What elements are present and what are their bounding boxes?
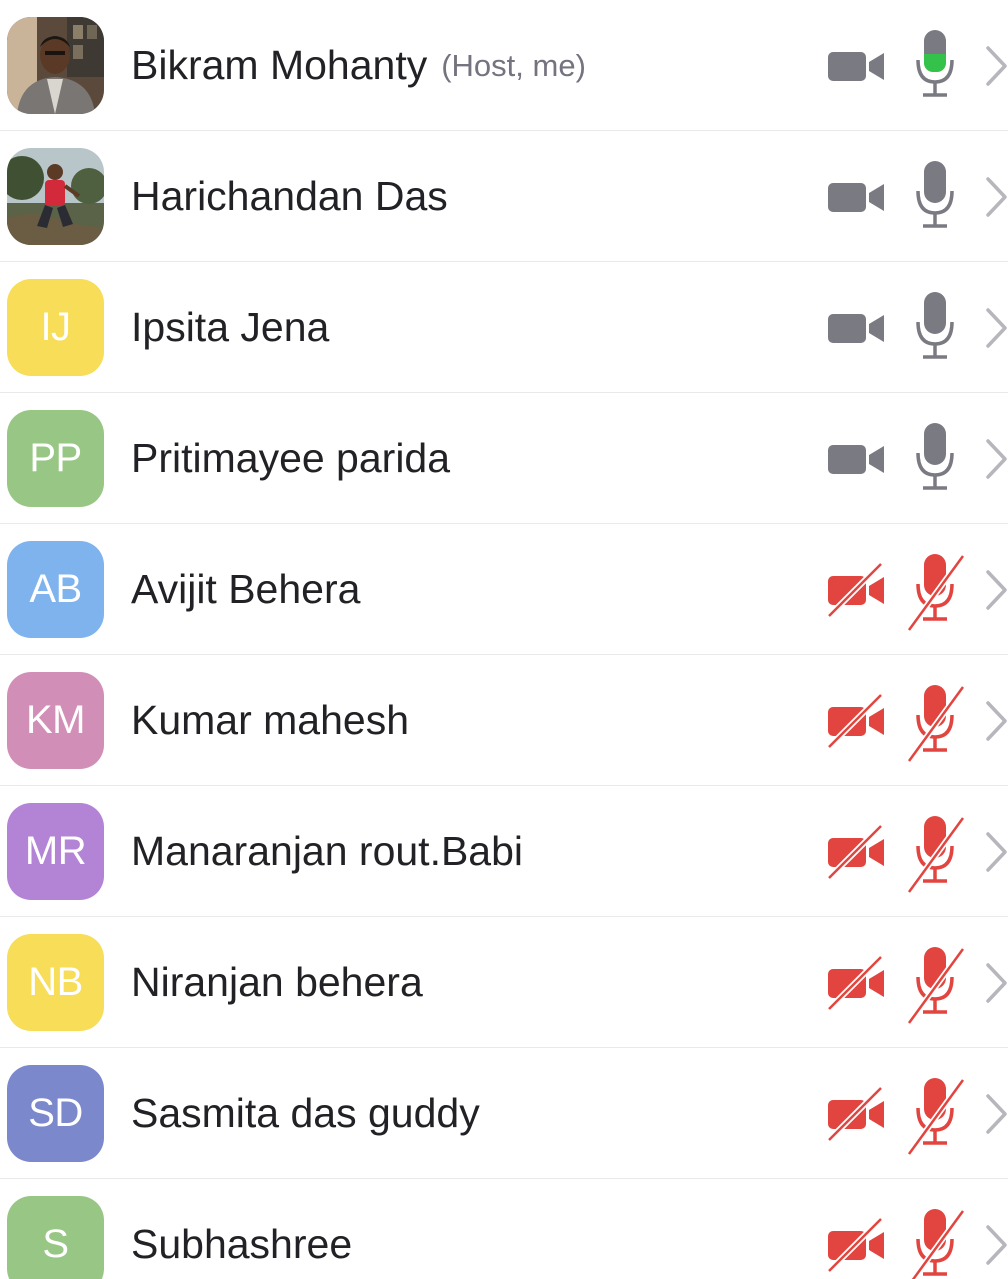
participant-name-group: Avijit Behera	[131, 524, 360, 655]
avatar: MR	[7, 803, 104, 900]
avatar: PP	[7, 410, 104, 507]
participant-row[interactable]: AB Avijit Behera	[0, 524, 1008, 655]
chevron-right-icon[interactable]	[984, 307, 1008, 349]
video-camera-icon[interactable]	[827, 427, 887, 491]
participant-row[interactable]: MR Manaranjan rout.Babi	[0, 786, 1008, 917]
avatar: SD	[7, 1065, 104, 1162]
participant-role-tag: (Host, me)	[441, 47, 586, 83]
video-camera-icon[interactable]	[827, 165, 887, 229]
chevron-right-icon[interactable]	[984, 831, 1008, 873]
microphone-icon[interactable]	[905, 417, 967, 501]
participants-list: Bikram Mohanty (Host, me) Harichandan Das I…	[0, 0, 1008, 1279]
participant-name-group: Ipsita Jena	[131, 262, 329, 393]
participant-row[interactable]: KM Kumar mahesh	[0, 655, 1008, 786]
participant-name: Bikram Mohanty	[131, 42, 428, 88]
participant-name: Subhashree	[131, 1221, 353, 1267]
participant-name: Harichandan Das	[131, 173, 448, 219]
chevron-right-icon[interactable]	[984, 45, 1008, 87]
microphone-icon[interactable]	[905, 286, 967, 370]
video-camera-off-icon[interactable]	[826, 689, 887, 753]
participant-name: Avijit Behera	[131, 566, 361, 612]
participant-row[interactable]: NB Niranjan behera	[0, 917, 1008, 1048]
participant-row[interactable]: PP Pritimayee parida	[0, 393, 1008, 524]
microphone-muted-icon[interactable]	[905, 1072, 967, 1156]
participant-name: Pritimayee parida	[131, 435, 451, 481]
participant-row[interactable]: SD Sasmita das guddy	[0, 1048, 1008, 1179]
chevron-right-icon[interactable]	[984, 1224, 1008, 1266]
avatar: AB	[7, 541, 104, 638]
participant-row[interactable]: Bikram Mohanty (Host, me)	[0, 0, 1008, 131]
participant-name: Manaranjan rout.Babi	[131, 828, 524, 874]
video-camera-icon[interactable]	[827, 296, 887, 360]
video-camera-icon[interactable]	[827, 34, 887, 98]
participant-name-group: Harichandan Das	[131, 131, 448, 262]
avatar: NB	[7, 934, 104, 1031]
chevron-right-icon[interactable]	[984, 700, 1008, 742]
participant-name-group: Manaranjan rout.Babi	[131, 786, 523, 917]
participant-row[interactable]: Harichandan Das	[0, 131, 1008, 262]
microphone-muted-icon[interactable]	[905, 810, 967, 894]
participant-name-group: Kumar mahesh	[131, 655, 409, 786]
participant-name-group: Sasmita das guddy	[131, 1048, 480, 1179]
microphone-muted-icon[interactable]	[905, 679, 967, 763]
chevron-right-icon[interactable]	[984, 1093, 1008, 1135]
microphone-muted-icon[interactable]	[905, 1203, 967, 1279]
chevron-right-icon[interactable]	[984, 569, 1008, 611]
microphone-icon[interactable]	[905, 24, 967, 108]
participant-name: Sasmita das guddy	[131, 1090, 480, 1136]
microphone-muted-icon[interactable]	[905, 548, 967, 632]
video-camera-off-icon[interactable]	[826, 1082, 887, 1146]
avatar: IJ	[7, 279, 104, 376]
video-camera-off-icon[interactable]	[826, 558, 887, 622]
avatar	[7, 17, 104, 114]
chevron-right-icon[interactable]	[984, 962, 1008, 1004]
avatar: KM	[7, 672, 104, 769]
participant-name: Kumar mahesh	[131, 697, 410, 743]
participant-name-group: Subhashree	[131, 1179, 352, 1279]
participant-row[interactable]: IJ Ipsita Jena	[0, 262, 1008, 393]
participant-row[interactable]: S Subhashree	[0, 1179, 1008, 1279]
video-camera-off-icon[interactable]	[826, 1213, 887, 1277]
participant-name: Ipsita Jena	[131, 304, 330, 350]
chevron-right-icon[interactable]	[984, 176, 1008, 218]
participant-name-group: Bikram Mohanty (Host, me)	[131, 0, 586, 131]
participant-name-group: Niranjan behera	[131, 917, 423, 1048]
participant-name-group: Pritimayee parida	[131, 393, 450, 524]
microphone-icon[interactable]	[905, 155, 967, 239]
avatar: S	[7, 1196, 104, 1279]
avatar	[7, 148, 104, 245]
participant-name: Niranjan behera	[131, 959, 423, 1005]
microphone-muted-icon[interactable]	[905, 941, 967, 1025]
chevron-right-icon[interactable]	[984, 438, 1008, 480]
video-camera-off-icon[interactable]	[826, 820, 887, 884]
video-camera-off-icon[interactable]	[826, 951, 887, 1015]
